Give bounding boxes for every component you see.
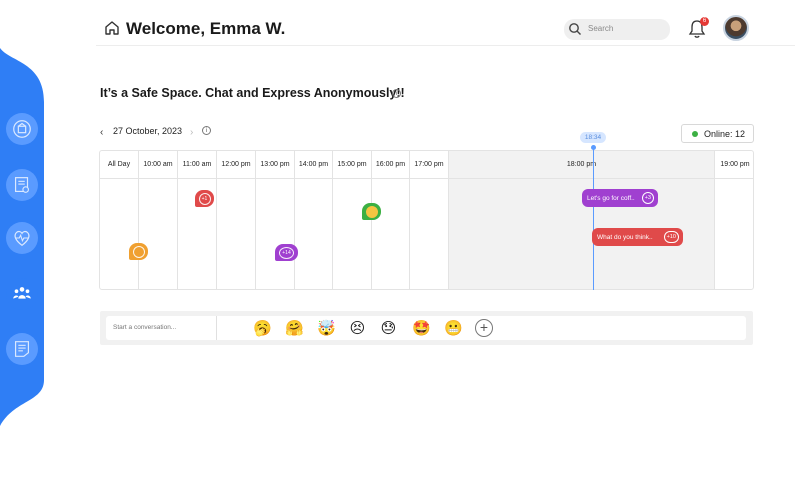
timeline-column[interactable]: 15:00 pm bbox=[333, 151, 372, 289]
document-icon bbox=[14, 341, 30, 357]
timeline-column[interactable]: 13:00 pm bbox=[256, 151, 295, 289]
star-struck-icon[interactable]: 🤩 bbox=[412, 320, 431, 337]
notification-badge: 6 bbox=[700, 17, 709, 26]
chat-marker[interactable]: +14 bbox=[275, 244, 298, 261]
chat-pill[interactable]: What do you think.. +10 bbox=[592, 228, 683, 246]
current-date: 27 October, 2023 bbox=[113, 126, 183, 136]
info-icon[interactable]: i bbox=[392, 89, 401, 98]
home-icon[interactable] bbox=[104, 20, 120, 36]
timeline-column-current[interactable]: 18:00 pm bbox=[449, 151, 715, 289]
building-icon bbox=[13, 120, 31, 138]
search-input[interactable]: Search bbox=[564, 19, 670, 40]
avatar[interactable] bbox=[723, 15, 749, 41]
timeline-column[interactable]: All Day bbox=[100, 151, 139, 289]
page-title: It’s a Safe Space. Chat and Express Anon… bbox=[100, 86, 405, 100]
column-header: 18:00 pm bbox=[449, 151, 714, 179]
chat-pill-count: +10 bbox=[663, 231, 679, 243]
chat-marker[interactable]: +1 bbox=[195, 190, 214, 207]
chevron-right-icon[interactable]: › bbox=[190, 127, 193, 138]
chat-bubble-icon bbox=[132, 245, 145, 258]
column-header: All Day bbox=[100, 151, 138, 179]
online-count-label: Online: 12 bbox=[704, 129, 746, 139]
chat-pill-count: +3 bbox=[641, 192, 654, 204]
column-header: 15:00 pm bbox=[333, 151, 371, 179]
sidebar-item-certificates[interactable] bbox=[6, 169, 38, 201]
sidebar-item-notes[interactable] bbox=[6, 333, 38, 365]
chat-pill-text: Let's go for coff.. bbox=[587, 194, 635, 202]
timeline-column[interactable]: 16:00 pm bbox=[372, 151, 410, 289]
column-header: 12:00 pm bbox=[217, 151, 255, 179]
chat-marker-count: +1 bbox=[198, 192, 211, 205]
hugging-face-icon[interactable]: 🤗 bbox=[285, 320, 304, 337]
exploding-head-icon[interactable]: 🤯 bbox=[317, 320, 336, 337]
column-header: 16:00 pm bbox=[372, 151, 409, 179]
welcome-title: Welcome, Emma W. bbox=[126, 19, 286, 38]
conversation-input[interactable]: Start a conversation... 🥱 🤗 🤯 😣 😓 🤩 😬 + bbox=[106, 316, 746, 340]
sidebar-item-health[interactable] bbox=[6, 222, 38, 254]
current-time-dot bbox=[591, 145, 596, 150]
emoji-icon bbox=[365, 205, 378, 218]
search-icon bbox=[569, 23, 581, 35]
column-header: 14:00 pm bbox=[295, 151, 332, 179]
chat-pill-text: What do you think.. bbox=[597, 233, 653, 241]
heart-pulse-icon bbox=[14, 230, 30, 247]
yawning-face-icon[interactable]: 🥱 bbox=[253, 320, 272, 337]
certificate-icon bbox=[14, 177, 29, 193]
sweat-face-icon[interactable]: 😓 bbox=[380, 320, 397, 337]
sidebar-item-dashboard[interactable] bbox=[6, 113, 38, 145]
add-emoji-button[interactable]: + bbox=[475, 319, 493, 337]
current-time-line bbox=[593, 146, 594, 290]
chevron-left-icon[interactable]: ‹ bbox=[100, 127, 103, 138]
timeline-column[interactable]: 11:00 am bbox=[178, 151, 217, 289]
timeline-column[interactable]: 10:00 am bbox=[139, 151, 178, 289]
chat-marker-count: +14 bbox=[279, 246, 294, 259]
date-info-icon[interactable]: i bbox=[202, 126, 211, 135]
chat-marker[interactable] bbox=[129, 243, 148, 260]
column-header: 19:00 pm bbox=[715, 151, 753, 179]
column-header: 17:00 pm bbox=[410, 151, 448, 179]
sidebar-item-community[interactable] bbox=[6, 278, 38, 310]
column-header: 10:00 am bbox=[139, 151, 177, 179]
chat-marker[interactable] bbox=[362, 203, 381, 220]
group-icon bbox=[13, 287, 31, 299]
persevering-face-icon[interactable]: 😣 bbox=[349, 320, 366, 337]
grimacing-face-icon[interactable]: 😬 bbox=[444, 320, 463, 337]
timeline-column[interactable]: 19:00 pm bbox=[715, 151, 753, 289]
top-header: Welcome, Emma W. Search 6 bbox=[96, 10, 795, 46]
timeline-column[interactable]: 14:00 pm bbox=[295, 151, 333, 289]
divider bbox=[216, 316, 217, 340]
conversation-placeholder: Start a conversation... bbox=[113, 324, 177, 331]
column-header: 13:00 pm bbox=[256, 151, 294, 179]
timeline-column[interactable]: 12:00 pm bbox=[217, 151, 256, 289]
chat-pill[interactable]: Let's go for coff.. +3 bbox=[582, 189, 658, 207]
online-count-badge: Online: 12 bbox=[681, 124, 754, 143]
current-time-tag: 18:34 bbox=[580, 132, 606, 143]
sidebar bbox=[0, 0, 60, 478]
timeline-grid: All Day 10:00 am 11:00 am 12:00 pm 13:00… bbox=[99, 150, 754, 290]
timeline-column[interactable]: 17:00 pm bbox=[410, 151, 449, 289]
search-placeholder: Search bbox=[588, 24, 614, 33]
online-dot-icon bbox=[692, 131, 698, 137]
conversation-bar: Start a conversation... 🥱 🤗 🤯 😣 😓 🤩 😬 + bbox=[100, 311, 753, 345]
column-header: 11:00 am bbox=[178, 151, 216, 179]
